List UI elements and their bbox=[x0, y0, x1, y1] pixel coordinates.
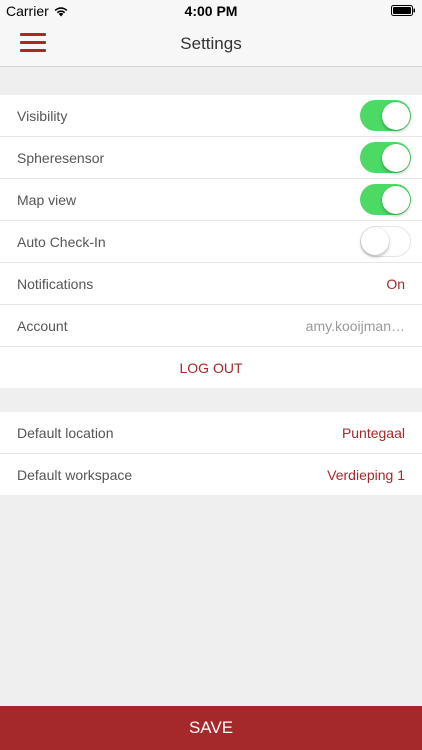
toggle-knob bbox=[381, 101, 410, 130]
settings-group: Visibility Spheresensor Map view Auto Ch… bbox=[0, 95, 422, 388]
auto-checkin-row: Auto Check-In bbox=[0, 221, 422, 263]
notifications-row[interactable]: Notifications On bbox=[0, 263, 422, 305]
visibility-row: Visibility bbox=[0, 95, 422, 137]
toggle-knob bbox=[381, 185, 410, 214]
notifications-label: Notifications bbox=[17, 275, 94, 292]
save-button[interactable]: SAVE bbox=[0, 706, 422, 750]
navigation-bar: Settings bbox=[0, 22, 422, 67]
default-workspace-label: Default workspace bbox=[17, 466, 133, 483]
default-workspace-row[interactable]: Default workspace Verdieping 1 bbox=[0, 454, 422, 495]
toggle-knob bbox=[361, 227, 389, 255]
logout-row: LOG OUT bbox=[0, 347, 422, 388]
account-value: amy.kooijman… bbox=[305, 317, 405, 334]
spheresensor-label: Spheresensor bbox=[17, 149, 105, 166]
map-view-toggle[interactable] bbox=[360, 184, 411, 215]
page-title: Settings bbox=[180, 34, 242, 53]
map-view-row: Map view bbox=[0, 179, 422, 221]
logout-button[interactable]: LOG OUT bbox=[179, 360, 242, 376]
auto-checkin-label: Auto Check-In bbox=[17, 233, 106, 250]
visibility-toggle[interactable] bbox=[360, 100, 411, 131]
battery-icon bbox=[391, 5, 415, 16]
auto-checkin-toggle[interactable] bbox=[360, 226, 411, 257]
toggle-knob bbox=[381, 143, 410, 172]
settings-screen: Carrier 4:00 PM Settings Visibility Sphe… bbox=[0, 0, 422, 750]
status-bar: Carrier 4:00 PM bbox=[0, 0, 422, 22]
spheresensor-row: Spheresensor bbox=[0, 137, 422, 179]
default-location-label: Default location bbox=[17, 424, 114, 441]
notifications-value[interactable]: On bbox=[386, 276, 405, 292]
map-view-label: Map view bbox=[17, 191, 77, 208]
account-row: Account amy.kooijman… bbox=[0, 305, 422, 347]
defaults-group: Default location Puntegaal Default works… bbox=[0, 412, 422, 495]
spheresensor-toggle[interactable] bbox=[360, 142, 411, 173]
default-location-value[interactable]: Puntegaal bbox=[342, 425, 405, 441]
visibility-label: Visibility bbox=[17, 107, 68, 124]
status-time: 4:00 PM bbox=[184, 3, 238, 19]
default-workspace-value[interactable]: Verdieping 1 bbox=[327, 467, 405, 483]
default-location-row[interactable]: Default location Puntegaal bbox=[0, 412, 422, 454]
account-label: Account bbox=[17, 317, 68, 334]
